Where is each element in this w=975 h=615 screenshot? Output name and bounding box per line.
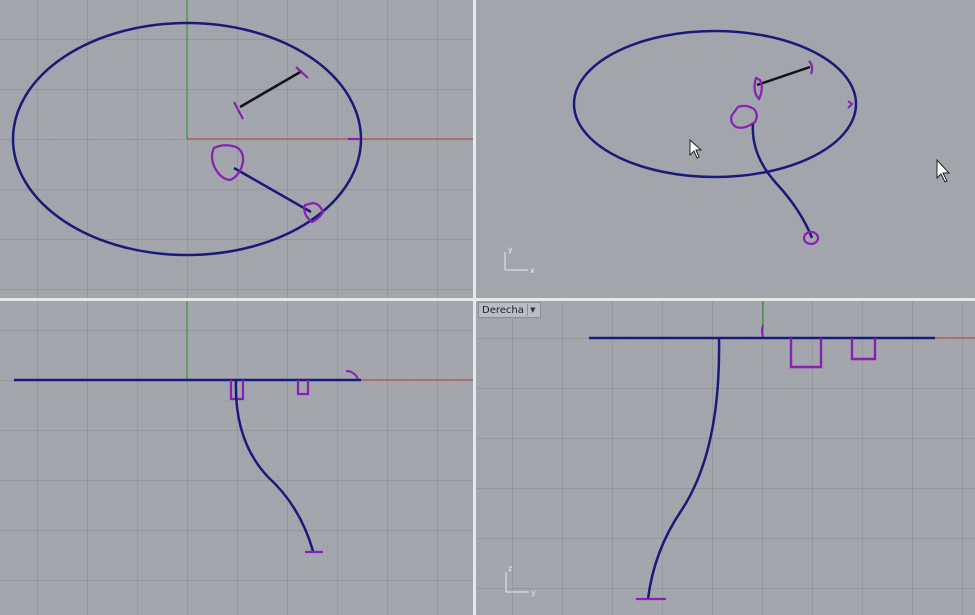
chevron-down-icon[interactable]: ▼ [526, 304, 538, 316]
top-view-canvas [0, 0, 473, 298]
viewport-title-label: Derecha [482, 304, 524, 316]
mouse-cursor-icon [689, 138, 703, 159]
segment-start-marker [753, 76, 763, 101]
front-view-canvas [0, 301, 473, 615]
svg-text:x: x [530, 266, 535, 275]
viewport-perspective[interactable]: y x [476, 0, 975, 298]
seam-tick [847, 100, 854, 109]
svg-text:z: z [508, 564, 512, 573]
viewport-top[interactable] [0, 0, 473, 298]
segment-line [756, 65, 811, 87]
right-view-canvas: z y [476, 301, 975, 615]
circle-curve [572, 29, 858, 179]
viewport-right[interactable]: z y Derecha ▼ [476, 301, 975, 615]
axis-gizmo: y x [504, 245, 535, 275]
arrow-cursor-icon [936, 158, 951, 183]
sweep-rail-curve [751, 123, 814, 239]
viewport-front[interactable] [0, 301, 473, 615]
seam-tick [761, 324, 764, 338]
svg-text:y: y [531, 588, 536, 597]
svg-text:y: y [508, 245, 513, 254]
perspective-view-canvas: y x [504, 29, 951, 275]
viewport-title-derecha[interactable]: Derecha ▼ [478, 302, 541, 318]
